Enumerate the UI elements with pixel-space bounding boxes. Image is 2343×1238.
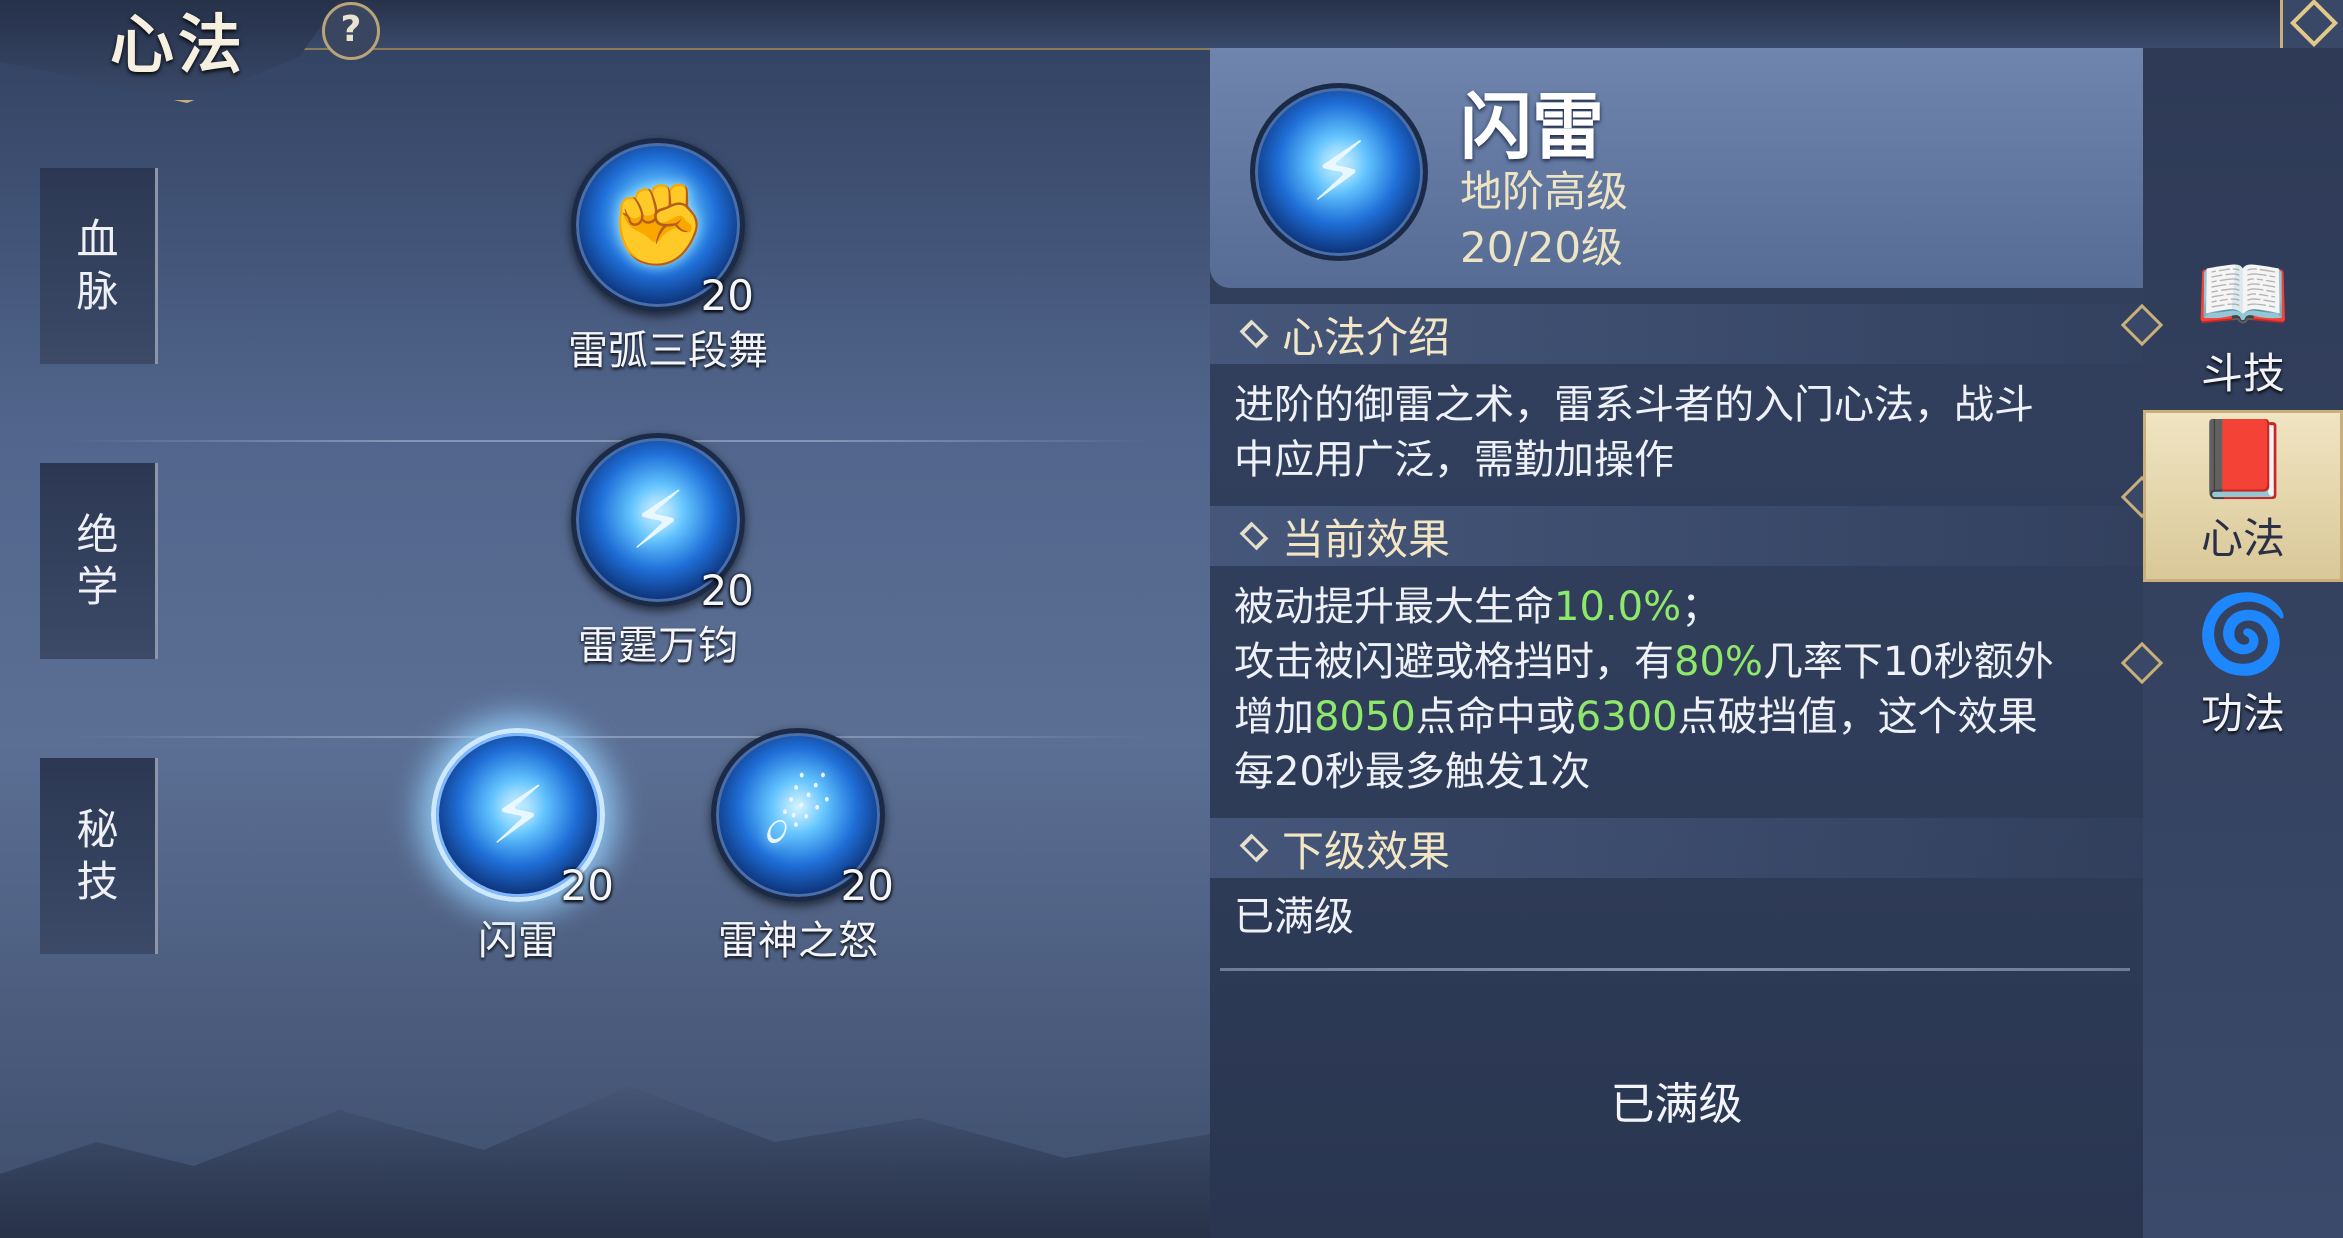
thunder-orb-icon: ☄ 20: [711, 728, 894, 910]
diamond-bullet-icon: [1239, 521, 1269, 551]
tab-douji[interactable]: 📖 斗技: [2143, 248, 2343, 398]
skill-name: 闪雷: [478, 918, 558, 964]
lightning-mage-icon: ⚡ 20: [431, 728, 614, 910]
open-book-icon: 📕: [2195, 414, 2291, 503]
row-label-ultimate[interactable]: 绝 学: [40, 463, 158, 659]
skill-level: 20: [560, 861, 614, 910]
detail-skill-rank: 地阶高级: [1460, 167, 1629, 216]
skill-slot[interactable]: ✊ 20 雷弧三段舞: [568, 138, 768, 376]
diamond-bullet-icon: [1239, 833, 1269, 863]
skill-slot[interactable]: ⚡ 20 雷霆万钧: [568, 433, 754, 671]
skill-slot-selected[interactable]: ⚡ 20 闪雷: [428, 728, 614, 966]
skill-level: 20: [700, 566, 754, 615]
skill-tree-panel: 血 脉 ✊ 20 雷弧三段舞 绝 学 ⚡ 20 雷霆万钧 秘 技 ⚡ 20 闪雷…: [0, 48, 1210, 1238]
skill-level: 20: [700, 271, 754, 320]
thunder-fist-icon: ✊ 20: [571, 138, 754, 320]
skill-level: 20: [840, 861, 894, 910]
section-intro-title: 心法介绍: [1210, 304, 2143, 364]
row-label-bloodline[interactable]: 血 脉: [40, 168, 158, 364]
section-effect-body: 被动提升最大生命10.0%； 攻击被闪避或格挡时，有80%几率下10秒额外 增加…: [1234, 584, 2054, 795]
panel-divider: [1220, 968, 2130, 971]
thunder-pillar-icon: ⚡ 20: [571, 433, 754, 615]
detail-skill-level: 20/20级: [1460, 223, 1624, 272]
row-divider: [70, 736, 1150, 738]
section-next-title: 下级效果: [1210, 818, 2143, 878]
row-secret: 秘 技 ⚡ 20 闪雷 ☄ 20 雷神之怒: [0, 728, 1160, 1053]
skill-detail-panel: ⚡ 闪雷 地阶高级 20/20级 心法介绍 进阶的御雷之术，雷系斗者的入门心法，…: [1210, 48, 2143, 1238]
diamond-bullet-icon: [1239, 319, 1269, 349]
section-intro-body: 进阶的御雷之术，雷系斗者的入门心法，战斗 中应用广泛，需勤加操作: [1234, 382, 2034, 483]
skill-name: 雷霆万钧: [578, 623, 738, 669]
row-bloodline: 血 脉 ✊ 20 雷弧三段舞: [0, 138, 1160, 463]
flame-swirl-icon: 🌀: [2195, 589, 2291, 678]
tab-xinfa[interactable]: 📕 心法: [2143, 410, 2343, 582]
skill-name: 雷神之怒: [718, 918, 878, 964]
tab-gongfa[interactable]: 🌀 功法: [2143, 588, 2343, 738]
skill-slot[interactable]: ☄ 20 雷神之怒: [708, 728, 894, 966]
side-tab-bar: 📖 斗技 📕 心法 🌀 功法: [2120, 48, 2343, 1238]
detail-header: ⚡ 闪雷 地阶高级 20/20级: [1210, 48, 2143, 288]
lightning-mage-icon: ⚡: [1250, 83, 1428, 261]
skill-name: 雷弧三段舞: [568, 328, 768, 374]
section-effect-title: 当前效果: [1210, 506, 2143, 566]
max-level-status: 已满级: [1610, 1079, 1743, 1130]
section-next-body: 已满级: [1234, 894, 1354, 940]
flame-book-icon: 📖: [2195, 249, 2291, 338]
diamond-icon: [2289, 0, 2339, 48]
row-label-secret[interactable]: 秘 技: [40, 758, 158, 954]
mountain-backdrop: [0, 1086, 1210, 1238]
row-ultimate: 绝 学 ⚡ 20 雷霆万钧: [0, 433, 1160, 758]
